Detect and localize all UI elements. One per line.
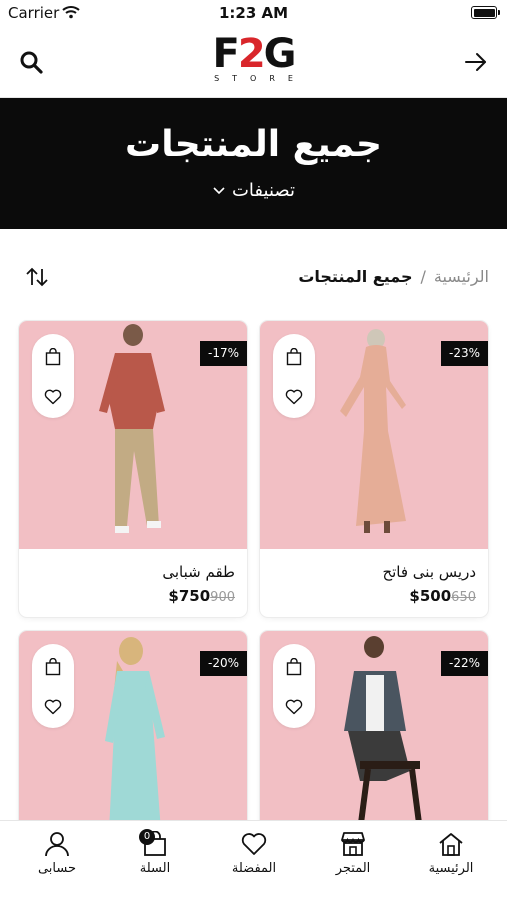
tab-home-label: الرئيسية <box>428 861 474 876</box>
add-to-cart-button[interactable] <box>273 338 315 376</box>
favorite-button[interactable] <box>32 688 74 726</box>
old-price: 650 <box>451 590 476 605</box>
product-price: $750900 <box>19 587 235 605</box>
status-bar: Carrier 1:23 AM <box>0 0 507 26</box>
add-to-cart-button[interactable] <box>32 338 74 376</box>
product-card[interactable]: -20% <box>19 631 247 831</box>
quick-actions <box>273 334 315 418</box>
home-icon <box>439 833 463 856</box>
product-card[interactable]: -17% طقم شبابى $750900 <box>19 321 247 617</box>
shopping-bag-icon <box>286 658 302 676</box>
sort-button[interactable] <box>24 265 50 293</box>
product-card[interactable]: -23% دريس بنى فاتح $500650 <box>260 321 488 617</box>
tab-home[interactable]: الرئيسية <box>401 827 501 876</box>
shopping-bag-icon <box>286 348 302 366</box>
breadcrumb-home[interactable]: الرئيسية <box>434 267 489 286</box>
tab-favorites-label: المفضلة <box>231 861 277 876</box>
store-logo: F2G STORE <box>212 31 306 83</box>
heart-icon <box>285 699 303 715</box>
tab-account[interactable]: حسابى <box>7 827 107 876</box>
product-price: $500650 <box>260 587 476 605</box>
clock: 1:23 AM <box>218 4 289 22</box>
heart-icon <box>285 389 303 405</box>
heart-icon <box>241 833 267 855</box>
arrow-right-icon <box>465 53 486 71</box>
page-hero: جميع المنتجات تصنيفات <box>0 98 507 229</box>
tab-cart[interactable]: 0 السلة <box>105 827 205 876</box>
breadcrumb-separator: / <box>420 267 426 286</box>
discount-badge: -20% <box>199 651 247 676</box>
categories-dropdown[interactable]: تصنيفات <box>212 180 295 201</box>
breadcrumb-current: جميع المنتجات <box>298 267 413 286</box>
favorite-button[interactable] <box>273 378 315 416</box>
cart-count-badge: 0 <box>139 829 155 845</box>
breadcrumb-row: الرئيسية / جميع المنتجات <box>0 265 507 293</box>
current-price: $500 <box>409 587 452 605</box>
back-button[interactable] <box>462 48 490 76</box>
tab-favorites[interactable]: المفضلة <box>204 827 304 876</box>
tab-store[interactable]: المتجر <box>303 827 403 876</box>
quick-actions <box>273 644 315 728</box>
quick-actions <box>32 334 74 418</box>
bottom-tab-bar: حسابى 0 السلة المفضلة المتجر الرئيسية <box>0 820 507 900</box>
chevron-down-icon <box>212 180 226 201</box>
product-image[interactable]: -20% <box>19 631 247 831</box>
page-title: جميع المنتجات <box>125 124 382 165</box>
heart-icon <box>44 389 62 405</box>
app-header: F2G STORE <box>0 26 507 98</box>
product-image[interactable]: -22% <box>260 631 488 831</box>
product-image[interactable]: -17% <box>19 321 247 549</box>
shopping-bag-icon <box>45 658 61 676</box>
product-name[interactable]: دريس بنى فاتح <box>382 563 476 581</box>
current-price: $750 <box>168 587 211 605</box>
favorite-button[interactable] <box>273 688 315 726</box>
heart-icon <box>44 699 62 715</box>
tab-cart-label: السلة <box>139 861 171 876</box>
add-to-cart-button[interactable] <box>273 648 315 686</box>
battery-icon <box>471 6 500 19</box>
add-to-cart-button[interactable] <box>32 648 74 686</box>
discount-badge: -22% <box>440 651 488 676</box>
product-name[interactable]: طقم شبابى <box>162 563 235 581</box>
tab-account-label: حسابى <box>37 861 77 876</box>
sort-icon <box>26 267 48 287</box>
store-icon <box>341 832 365 856</box>
discount-badge: -17% <box>199 341 247 366</box>
tab-store-label: المتجر <box>335 861 371 876</box>
breadcrumb: الرئيسية / جميع المنتجات <box>298 267 489 286</box>
user-icon <box>45 832 69 857</box>
old-price: 900 <box>210 590 235 605</box>
categories-label: تصنيفات <box>231 180 296 201</box>
shopping-bag-icon <box>45 348 61 366</box>
favorite-button[interactable] <box>32 378 74 416</box>
product-card[interactable]: -22% <box>260 631 488 831</box>
quick-actions <box>32 644 74 728</box>
product-image[interactable]: -23% <box>260 321 488 549</box>
discount-badge: -23% <box>440 341 488 366</box>
